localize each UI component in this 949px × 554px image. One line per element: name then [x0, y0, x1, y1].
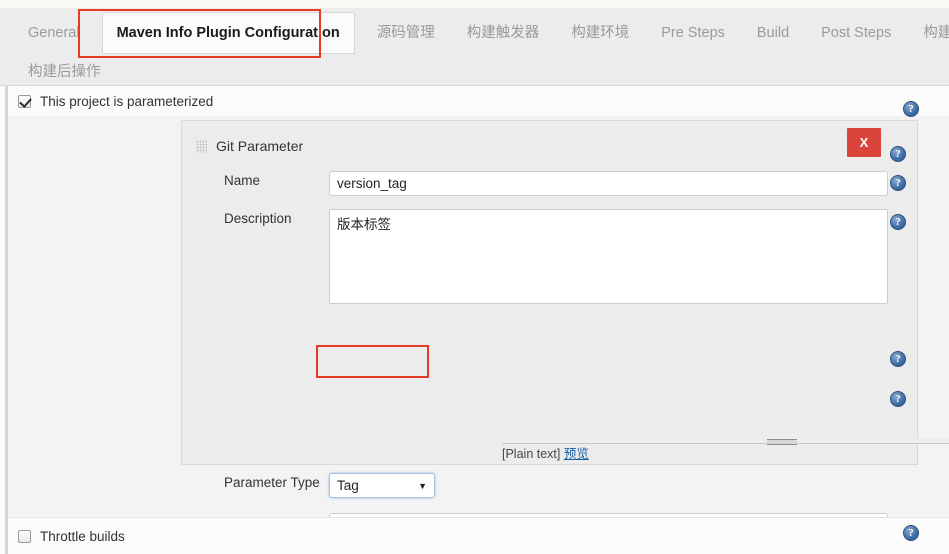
- select-parameter-type[interactable]: TagBranchBranch or TagRevisionPull Reque…: [329, 473, 435, 498]
- checkbox-throttle-builds[interactable]: [18, 529, 31, 543]
- drag-handle-icon[interactable]: [196, 139, 207, 153]
- label-name: Name: [224, 173, 261, 188]
- help-icon-parameterized[interactable]: ?: [903, 101, 919, 117]
- config-content-area: This project is parameterized Git Parame…: [0, 86, 949, 554]
- tab-build-triggers[interactable]: 构建触发器: [451, 26, 556, 41]
- help-icon-name[interactable]: ?: [890, 175, 906, 191]
- field-row-description: Description: [224, 209, 888, 304]
- help-icon-default-value[interactable]: ?: [890, 391, 906, 407]
- config-tab-bar: General Maven Info Plugin Configuration …: [0, 8, 949, 86]
- git-parameter-title: Git Parameter: [196, 138, 303, 154]
- label-project-is-parameterized: This project is parameterized: [40, 93, 214, 109]
- help-icon-parameter-type[interactable]: ?: [890, 351, 906, 367]
- help-icon-description[interactable]: ?: [890, 214, 906, 230]
- textarea-parameter-description[interactable]: [329, 209, 888, 304]
- field-row-name: Name: [224, 171, 888, 196]
- jenkins-job-config-page: General Maven Info Plugin Configuration …: [0, 0, 949, 554]
- help-icon-git-parameter[interactable]: ?: [890, 146, 906, 162]
- tab-post-build-actions[interactable]: 构建后操作: [12, 65, 117, 80]
- markup-type-label: [Plain text]: [502, 447, 561, 461]
- git-parameter-panel: Git Parameter Name Description [Plain te…: [181, 120, 949, 538]
- preview-link[interactable]: 预览: [564, 447, 589, 461]
- tab-build-settings[interactable]: 构建设置: [907, 26, 949, 41]
- page-top-strip: [0, 0, 949, 8]
- delete-parameter-button[interactable]: X: [847, 128, 881, 157]
- description-markup-info: [Plain text] 预览: [502, 443, 589, 462]
- tab-row-secondary: 构建后操作: [0, 58, 949, 86]
- field-row-parameter-type: Parameter Type TagBranchBranch or TagRev…: [224, 473, 435, 498]
- label-parameter-type: Parameter Type: [224, 475, 320, 490]
- input-parameter-name[interactable]: [329, 171, 888, 196]
- row-project-is-parameterized: This project is parameterized: [8, 86, 949, 116]
- tab-maven-info-plugin-configuration[interactable]: Maven Info Plugin Configuration: [101, 12, 355, 54]
- tab-row-primary: General Maven Info Plugin Configuration …: [0, 8, 949, 58]
- tab-post-steps[interactable]: Post Steps: [805, 26, 907, 41]
- tab-source-code-management[interactable]: 源码管理: [361, 26, 451, 41]
- parameter-type-select-wrapper: TagBranchBranch or TagRevisionPull Reque…: [329, 473, 435, 498]
- tab-pre-steps[interactable]: Pre Steps: [645, 26, 741, 41]
- tab-build[interactable]: Build: [741, 26, 805, 41]
- parameters-zone: Git Parameter Name Description [Plain te…: [8, 116, 949, 554]
- help-icon-throttle-builds[interactable]: ?: [903, 525, 919, 541]
- tab-general[interactable]: General: [12, 26, 96, 41]
- checkbox-project-is-parameterized[interactable]: [18, 94, 31, 108]
- row-throttle-builds: Throttle builds: [8, 517, 949, 554]
- git-parameter-title-text: Git Parameter: [216, 138, 304, 154]
- label-throttle-builds: Throttle builds: [40, 528, 125, 544]
- label-description: Description: [224, 211, 292, 226]
- tab-build-environment[interactable]: 构建环境: [555, 26, 645, 41]
